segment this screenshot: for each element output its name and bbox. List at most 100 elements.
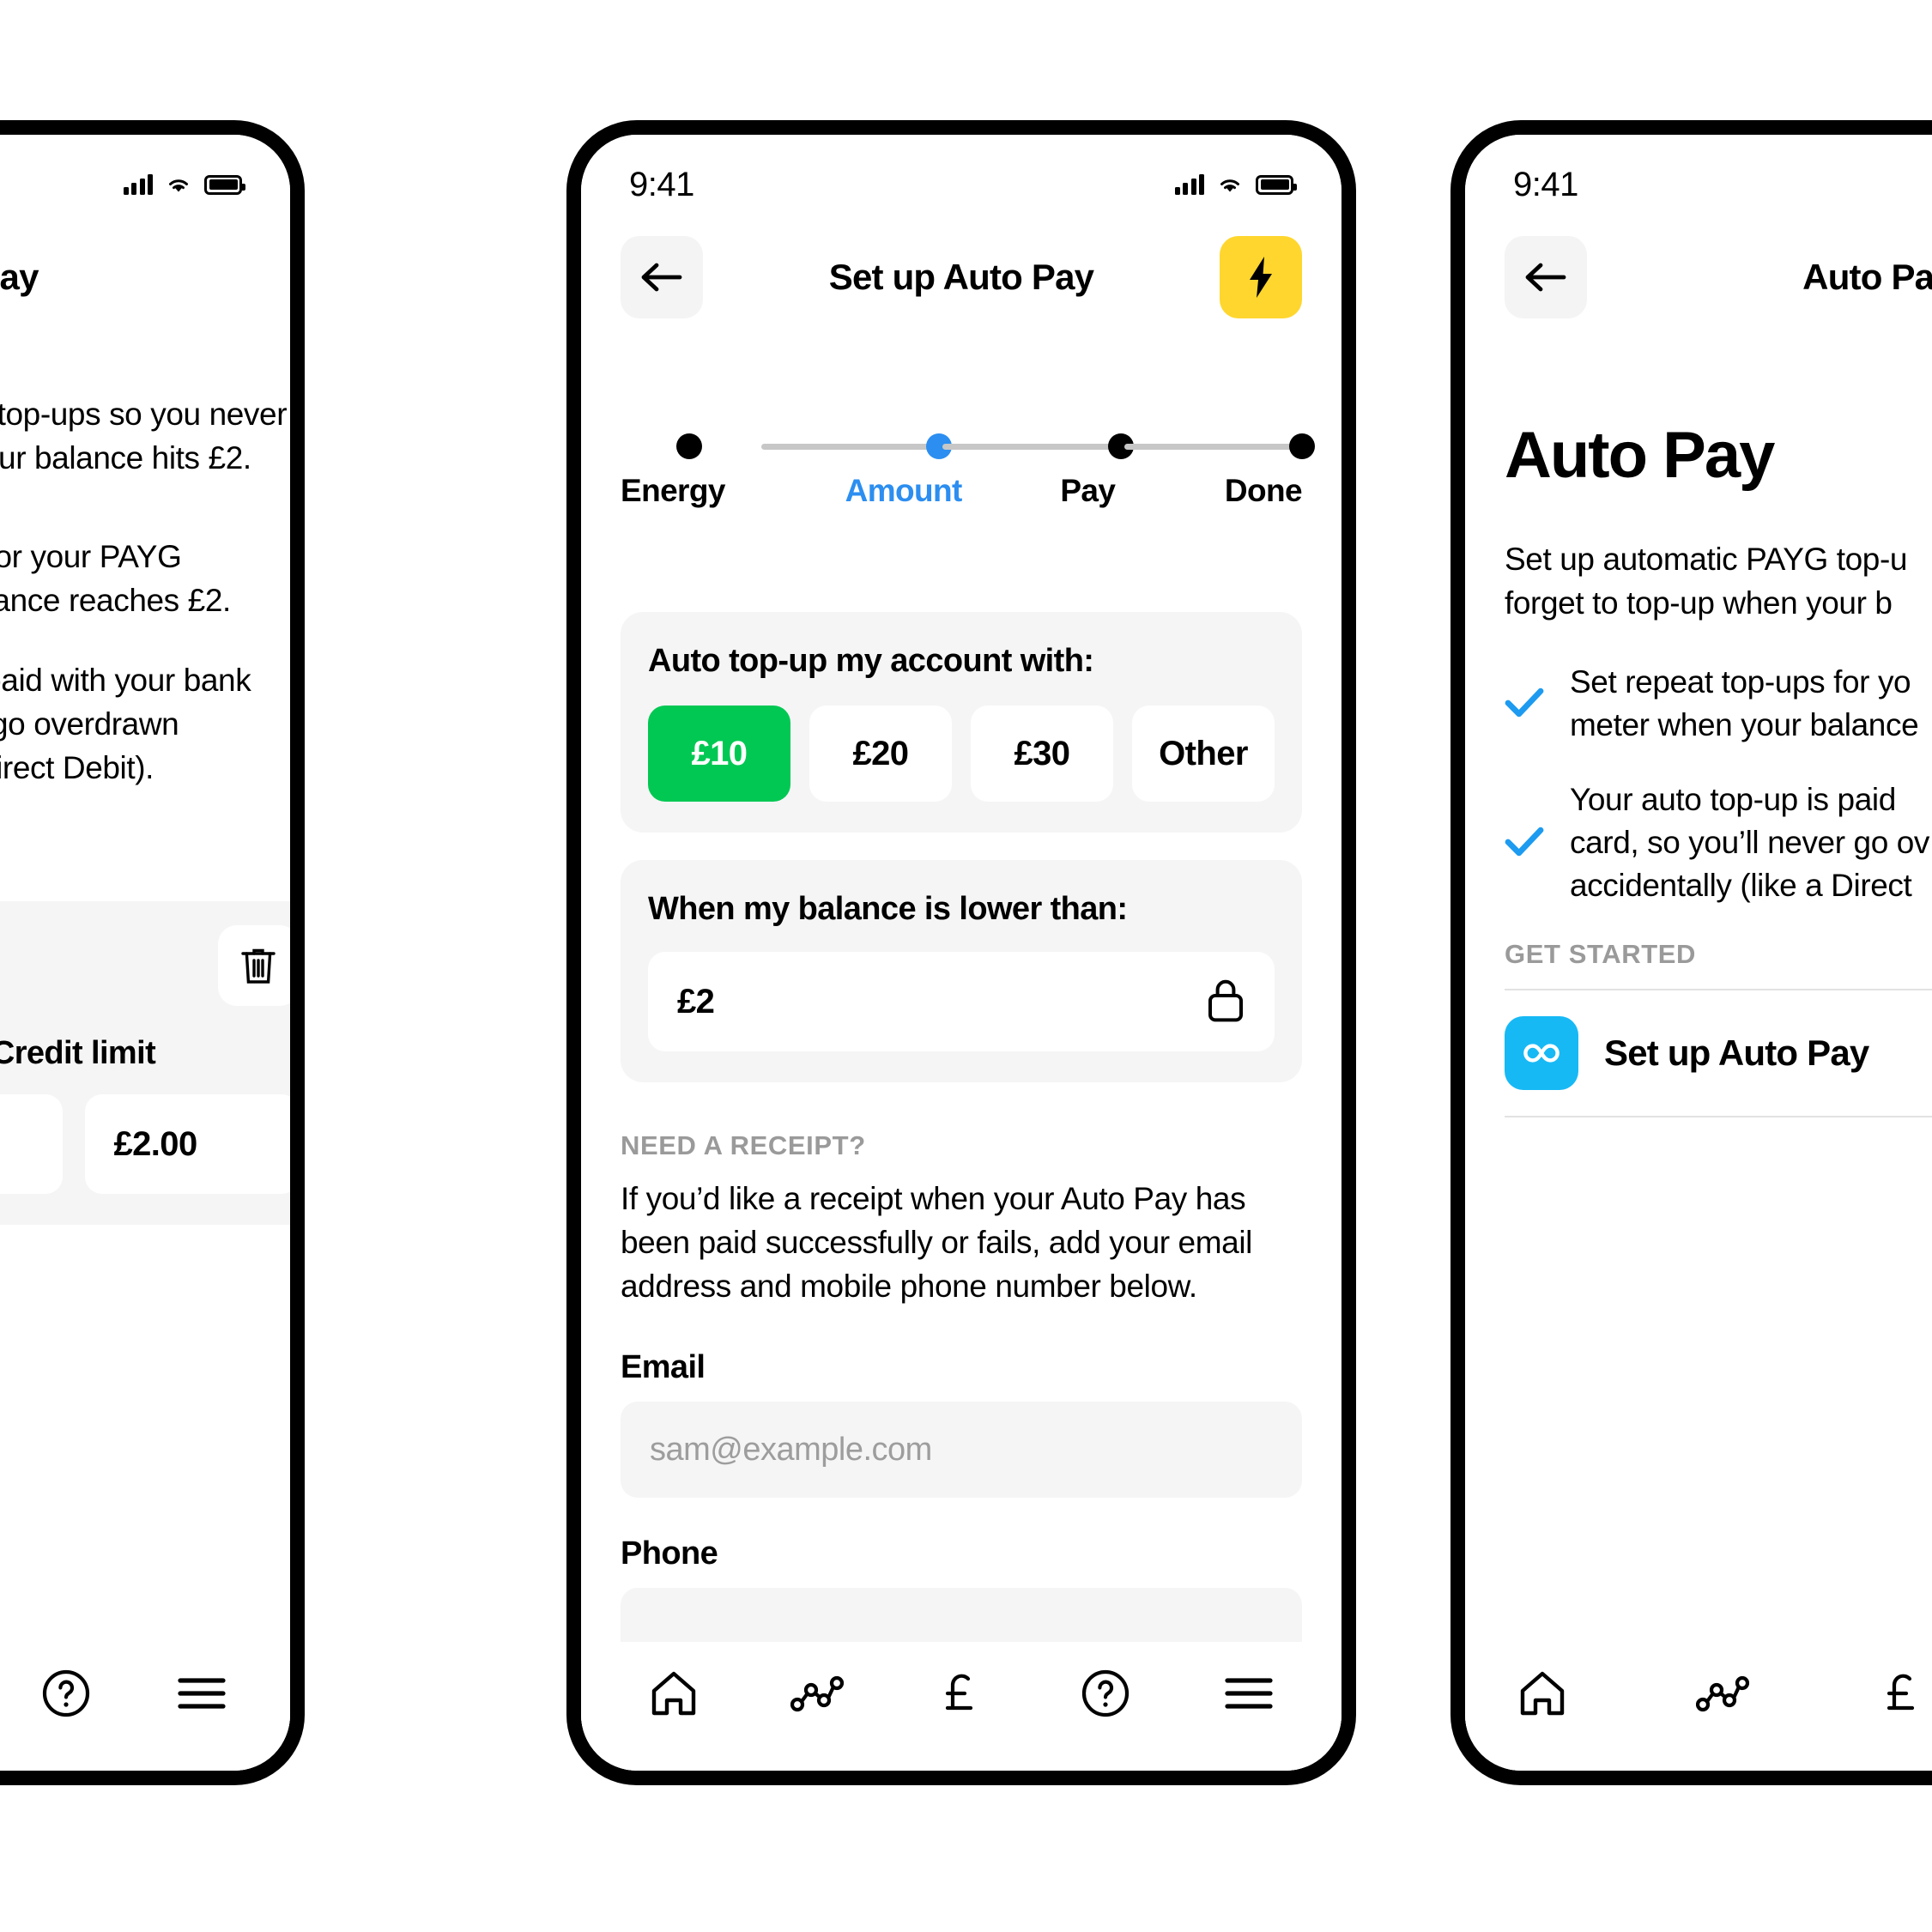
lightning-bolt-icon	[1250, 257, 1272, 298]
benefit-line2: card, so you’ll never go ov	[1570, 825, 1930, 861]
benefit-item: Set repeat top-ups for yo meter when you…	[1505, 661, 1932, 748]
tab-payments[interactable]	[922, 1654, 1001, 1733]
page-heading: Auto Pay	[1505, 419, 1775, 492]
right-content: Auto Pay Set up automatic PAYG top-u for…	[1505, 418, 1932, 1117]
left-bullet-1: op-ups for your PAYG your balance reache…	[0, 535, 290, 622]
get-started-eyebrow: GET STARTED	[1505, 938, 1697, 969]
wifi-icon	[165, 174, 192, 195]
lock-icon	[1206, 977, 1245, 1027]
balance-threshold-card: When my balance is lower than: £2	[621, 860, 1302, 1082]
battery-icon	[204, 174, 245, 195]
credit-field-left[interactable]	[0, 1094, 63, 1195]
tab-home[interactable]	[634, 1654, 713, 1733]
battery-icon	[1256, 174, 1297, 195]
benefit-line3: accidentally (like a Direct	[1570, 868, 1912, 904]
tab-payments[interactable]	[1863, 1654, 1932, 1733]
balance-threshold-title: When my balance is lower than:	[648, 891, 1128, 927]
stepper-connector	[1123, 443, 1299, 450]
step-dot-energy[interactable]	[676, 433, 702, 459]
page-title: Set up Auto Pay	[828, 257, 1094, 297]
benefit-line1: Your auto top-up is paid	[1570, 781, 1896, 817]
status-icons	[123, 174, 245, 195]
screenshot-stage: 9:41 Auto Pay c PAYG top-ups so you neve…	[0, 0, 1932, 1932]
credit-limit-fields: £2.00	[0, 1094, 290, 1195]
phone-right: 9:41 Auto Pay Auto Pay Set up automatic …	[1451, 120, 1932, 1785]
stepper-connector	[942, 443, 1117, 450]
left-intro: c PAYG top-ups so you never when your ba…	[0, 392, 290, 480]
center-tab-bar	[581, 1642, 1341, 1771]
trash-icon[interactable]	[218, 925, 290, 1007]
stepper-dots	[621, 433, 1315, 459]
tab-help[interactable]	[27, 1654, 106, 1733]
benefit-list: Set repeat top-ups for yo meter when you…	[1505, 661, 1932, 908]
benefit-text: Your auto top-up is paid card, so you’ll…	[1570, 778, 1929, 908]
topup-amount-options: £10 £20 £30 Other	[648, 706, 1275, 802]
center-content: Auto top-up my account with: £10 £20 £30…	[621, 612, 1302, 1685]
left-bullet1-line2: your balance reaches £2.	[0, 583, 231, 619]
left-bullet2-line3: (like a Direct Debit).	[0, 750, 154, 786]
benefit-line1: Set repeat top-ups for yo	[1570, 664, 1911, 700]
step-label-done: Done	[1224, 473, 1303, 508]
receipt-body: If you’d like a receipt when your Auto P…	[621, 1181, 1252, 1305]
tab-menu[interactable]	[162, 1654, 241, 1733]
amount-option-10[interactable]: £10	[648, 706, 790, 802]
back-arrow-icon	[641, 263, 682, 292]
stepper-labels: Energy Amount Pay Done	[621, 473, 1303, 509]
back-button[interactable]	[1505, 236, 1587, 318]
step-dot-done[interactable]	[1288, 433, 1315, 459]
email-label: Email	[621, 1349, 706, 1386]
amount-option-20[interactable]: £20	[809, 706, 952, 802]
left-bullet2-line1: p-up is paid with your bank	[0, 663, 251, 699]
step-label-energy: Energy	[621, 473, 725, 508]
status-time: 9:41	[629, 165, 694, 203]
lightning-bolt-button[interactable]	[1220, 236, 1302, 318]
right-intro-line1: Set up automatic PAYG top-u	[1505, 542, 1908, 577]
tab-menu[interactable]	[1209, 1654, 1288, 1733]
back-button[interactable]	[621, 236, 703, 318]
step-label-amount: Amount	[845, 473, 963, 508]
infinity-icon	[1505, 1015, 1578, 1090]
email-input[interactable]: sam@example.com	[621, 1402, 1302, 1499]
balance-threshold-input[interactable]: £2	[648, 952, 1275, 1051]
amount-option-30[interactable]: £30	[971, 706, 1113, 802]
left-bullet-2: p-up is paid with your bank ll never go …	[0, 658, 290, 790]
credit-limit-label: Credit limit	[0, 1035, 156, 1072]
tab-help[interactable]	[1066, 1654, 1145, 1733]
amount-option-other[interactable]: Other	[1132, 706, 1275, 802]
benefit-line2: meter when your balance	[1570, 707, 1919, 743]
page-title: Auto Pay	[0, 257, 39, 297]
credit-limit-card: Credit limit £2.00	[0, 901, 290, 1226]
left-bullet1-line1: op-ups for your PAYG	[0, 539, 182, 575]
left-content: c PAYG top-ups so you never when your ba…	[0, 392, 290, 1226]
divider	[1505, 1115, 1932, 1117]
stepper-connector	[761, 443, 936, 450]
receipt-eyebrow: NEED A RECEIPT?	[621, 1130, 866, 1160]
list-item-setup-auto-pay[interactable]: Set up Auto Pay	[1505, 990, 1932, 1116]
left-navbar: Auto Pay	[0, 236, 290, 318]
phone-left: 9:41 Auto Pay c PAYG top-ups so you neve…	[0, 120, 305, 1785]
list-item-label: Set up Auto Pay	[1604, 1032, 1869, 1073]
receipt-section: NEED A RECEIPT? If you’d like a receipt …	[621, 1130, 1302, 1685]
phone-label: Phone	[621, 1535, 718, 1572]
left-screen: 9:41 Auto Pay c PAYG top-ups so you neve…	[0, 135, 290, 1771]
left-bullet2-line2: ll never go overdrawn	[0, 706, 179, 742]
center-navbar: Set up Auto Pay	[581, 236, 1341, 318]
wifi-icon	[1216, 174, 1244, 195]
back-arrow-icon	[1525, 263, 1566, 292]
phone-center: 9:41 Set up Auto Pay Energy Amount Pay D…	[566, 120, 1356, 1785]
right-status-bar: 9:41	[1465, 159, 1932, 210]
cellular-signal-icon	[1174, 174, 1204, 195]
right-navbar: Auto Pay	[1465, 236, 1932, 318]
tab-usage[interactable]	[778, 1654, 857, 1733]
tab-home[interactable]	[1503, 1654, 1582, 1733]
right-intro-line2: forget to top-up when your b	[1505, 585, 1893, 621]
topup-amount-card: Auto top-up my account with: £10 £20 £30…	[621, 612, 1302, 833]
check-icon	[1505, 826, 1544, 861]
step-label-pay: Pay	[1060, 473, 1116, 508]
credit-field-right[interactable]: £2.00	[84, 1094, 290, 1195]
left-intro-line1: c PAYG top-ups so you never	[0, 397, 288, 432]
tab-usage[interactable]	[1683, 1654, 1762, 1733]
status-icons	[1174, 174, 1297, 195]
right-screen: 9:41 Auto Pay Auto Pay Set up automatic …	[1465, 135, 1932, 1771]
get-started-section: GET STARTED Set up Auto Pay	[1505, 939, 1932, 1117]
